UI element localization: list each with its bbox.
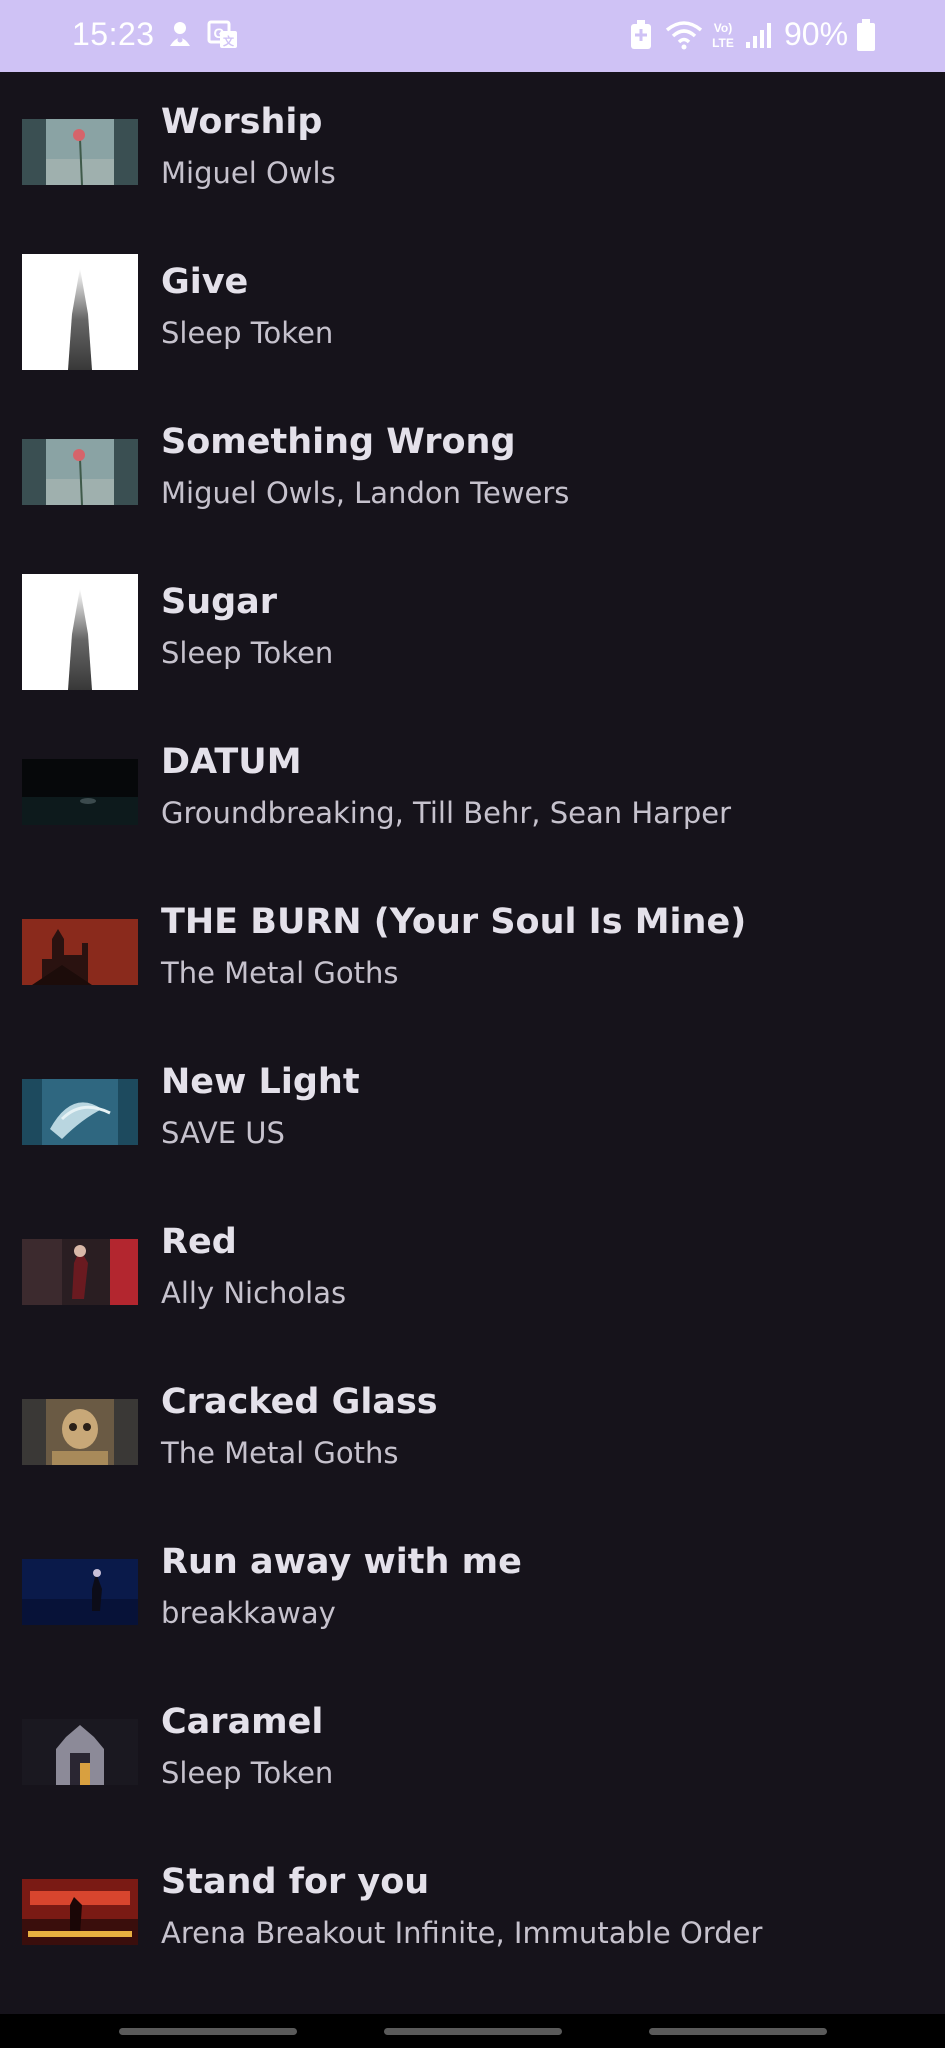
blue-wave-art-thumbnail bbox=[22, 1079, 138, 1145]
status-bar: 15:23 G 文 Vo) LTE 90% bbox=[0, 0, 945, 72]
list-item[interactable]: Give Sleep Token bbox=[0, 232, 945, 392]
song-title: Red bbox=[161, 1222, 237, 1262]
song-artist: Groundbreaking, Till Behr, Sean Harper bbox=[161, 796, 732, 830]
skull-art-thumbnail bbox=[22, 1399, 138, 1465]
song-title: Stand for you bbox=[161, 1862, 430, 1902]
list-item[interactable]: Something Wrong Miguel Owls, Landon Tewe… bbox=[0, 392, 945, 552]
song-artist: Miguel Owls, Landon Tewers bbox=[161, 476, 570, 510]
nav-back-pill[interactable] bbox=[649, 2028, 827, 2035]
list-item[interactable]: Run away with me breakkaway bbox=[0, 1512, 945, 1672]
status-time: 15:23 bbox=[72, 16, 155, 52]
song-list: Worship Miguel Owls Give Sleep Token Som… bbox=[0, 72, 945, 1992]
stand-poster-art-thumbnail bbox=[22, 1879, 138, 1945]
song-title: DATUM bbox=[161, 742, 302, 782]
translate-icon: G 文 bbox=[206, 18, 240, 52]
song-artist: Ally Nicholas bbox=[161, 1276, 347, 1310]
cathedral-art-thumbnail bbox=[22, 1719, 138, 1785]
song-artist: Arena Breakout Infinite, Immutable Order bbox=[161, 1916, 763, 1950]
song-artist: breakkaway bbox=[161, 1596, 336, 1630]
song-title: THE BURN (Your Soul Is Mine) bbox=[161, 902, 747, 942]
list-item[interactable]: New Light SAVE US bbox=[0, 1032, 945, 1192]
svg-text:文: 文 bbox=[223, 34, 235, 48]
list-item[interactable]: THE BURN (Your Soul Is Mine) The Metal G… bbox=[0, 872, 945, 1032]
rose-art-thumbnail bbox=[22, 439, 138, 505]
song-artist: Miguel Owls bbox=[161, 156, 336, 190]
song-artist: The Metal Goths bbox=[161, 1436, 399, 1470]
list-item[interactable]: Sugar Sleep Token bbox=[0, 552, 945, 712]
screen: 15:23 G 文 Vo) LTE 90% Worship Miguel Owl… bbox=[0, 0, 945, 2048]
song-artist: SAVE US bbox=[161, 1116, 285, 1150]
battery-percentage: 90% bbox=[784, 16, 849, 52]
song-artist: Sleep Token bbox=[161, 1756, 334, 1790]
red-stage-art-thumbnail bbox=[22, 1239, 138, 1305]
svg-text:LTE: LTE bbox=[712, 36, 734, 50]
list-item[interactable]: Worship Miguel Owls bbox=[0, 72, 945, 232]
blue-night-art-thumbnail bbox=[22, 1559, 138, 1625]
song-title: Caramel bbox=[161, 1702, 324, 1742]
song-title: Cracked Glass bbox=[161, 1382, 438, 1422]
list-item[interactable]: DATUM Groundbreaking, Till Behr, Sean Ha… bbox=[0, 712, 945, 872]
song-title: New Light bbox=[161, 1062, 360, 1102]
white-figure-art-thumbnail bbox=[22, 254, 138, 370]
volte-icon: Vo) LTE bbox=[708, 18, 738, 52]
list-item[interactable]: Caramel Sleep Token bbox=[0, 1672, 945, 1832]
signal-icon bbox=[744, 18, 774, 52]
wifi-icon bbox=[664, 18, 704, 52]
list-item[interactable]: Red Ally Nicholas bbox=[0, 1192, 945, 1352]
nav-home-pill[interactable] bbox=[384, 2028, 562, 2035]
svg-text:Vo): Vo) bbox=[714, 21, 732, 35]
list-item[interactable]: Stand for you Arena Breakout Infinite, I… bbox=[0, 1832, 945, 1992]
notification-alert-icon bbox=[166, 18, 194, 52]
rose-art-thumbnail bbox=[22, 119, 138, 185]
song-title: Sugar bbox=[161, 582, 278, 622]
song-title: Give bbox=[161, 262, 249, 302]
song-title: Something Wrong bbox=[161, 422, 516, 462]
list-item[interactable]: Cracked Glass The Metal Goths bbox=[0, 1352, 945, 1512]
nav-recents-pill[interactable] bbox=[119, 2028, 297, 2035]
navigation-bar bbox=[0, 2014, 945, 2048]
song-artist: Sleep Token bbox=[161, 316, 334, 350]
red-castle-art-thumbnail bbox=[22, 919, 138, 985]
battery-saver-icon bbox=[628, 18, 654, 52]
song-title: Run away with me bbox=[161, 1542, 522, 1582]
song-artist: Sleep Token bbox=[161, 636, 334, 670]
song-title: Worship bbox=[161, 102, 323, 142]
battery-icon bbox=[856, 18, 876, 52]
white-figure-art-thumbnail bbox=[22, 574, 138, 690]
song-artist: The Metal Goths bbox=[161, 956, 399, 990]
dark-landscape-art-thumbnail bbox=[22, 759, 138, 825]
